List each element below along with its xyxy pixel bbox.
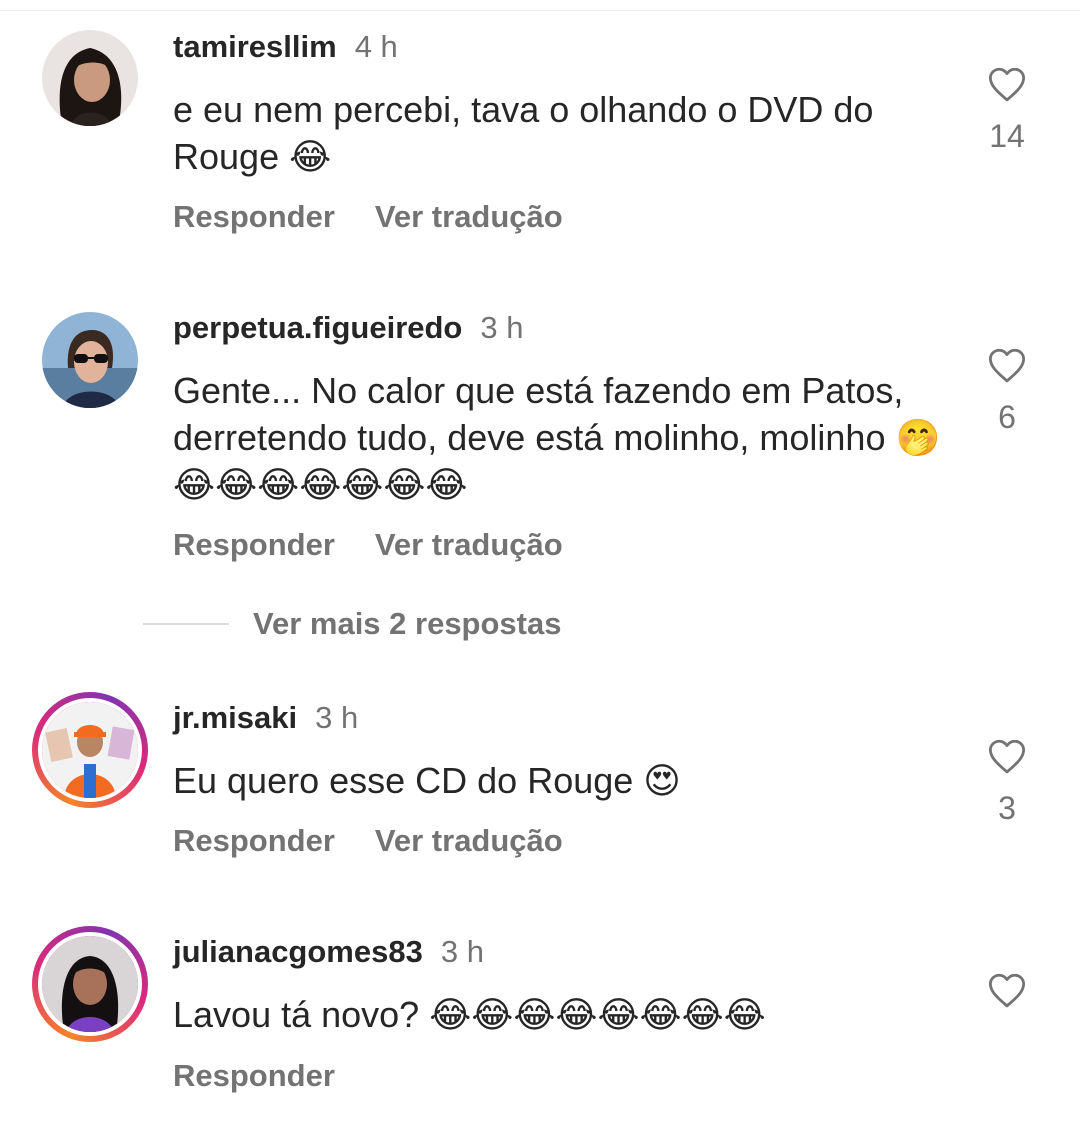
reply-button[interactable]: Responder bbox=[173, 527, 335, 562]
reply-button[interactable]: Responder bbox=[173, 1058, 335, 1093]
avatar-story-ring[interactable] bbox=[32, 926, 148, 1042]
view-more-replies[interactable]: Ver mais 2 respostas bbox=[143, 604, 561, 644]
comment-text: Gente... No calor que está fazendo em Pa… bbox=[173, 370, 941, 505]
avatar[interactable] bbox=[42, 30, 138, 126]
see-translation-button[interactable]: Ver tradução bbox=[375, 527, 563, 562]
username[interactable]: julianacgomes83 bbox=[173, 934, 423, 969]
avatar[interactable] bbox=[42, 312, 138, 408]
avatar-story-ring[interactable] bbox=[32, 692, 148, 808]
comment-header: perpetua.figueiredo 3 h bbox=[173, 308, 523, 348]
heart-icon[interactable] bbox=[986, 736, 1028, 778]
see-translation-button[interactable]: Ver tradução bbox=[375, 199, 563, 234]
comment-header: jr.misaki 3 h bbox=[173, 698, 358, 738]
comment-actions: Responder Ver tradução bbox=[173, 821, 563, 861]
avatar bbox=[38, 698, 142, 802]
top-divider bbox=[0, 10, 1080, 11]
reply-button[interactable]: Responder bbox=[173, 199, 335, 234]
comment-text: e eu nem percebi, tava o olhando o DVD d… bbox=[173, 89, 874, 177]
avatar bbox=[38, 932, 142, 1036]
like-control bbox=[970, 970, 1044, 1012]
comment-header: tamiresllim 4 h bbox=[173, 27, 398, 67]
like-control: 3 bbox=[970, 736, 1044, 828]
comment-actions: Responder Ver tradução bbox=[173, 525, 563, 565]
username[interactable]: tamiresllim bbox=[173, 29, 337, 64]
comment-text: Eu quero esse CD do Rouge 😍 bbox=[173, 760, 681, 801]
see-translation-button[interactable]: Ver tradução bbox=[375, 823, 563, 858]
like-control: 6 bbox=[970, 345, 1044, 437]
replies-divider bbox=[143, 623, 229, 625]
heart-icon[interactable] bbox=[986, 64, 1028, 106]
username[interactable]: jr.misaki bbox=[173, 700, 297, 735]
timestamp: 4 h bbox=[354, 29, 398, 64]
heart-icon[interactable] bbox=[986, 970, 1028, 1012]
username[interactable]: perpetua.figueiredo bbox=[173, 310, 462, 345]
reply-button[interactable]: Responder bbox=[173, 823, 335, 858]
woman-sunglasses-avatar-icon bbox=[42, 312, 138, 408]
like-count: 3 bbox=[998, 790, 1016, 826]
like-count: 14 bbox=[989, 118, 1025, 154]
woman-purple-top-avatar-icon bbox=[42, 936, 138, 1032]
timestamp: 3 h bbox=[315, 700, 359, 735]
view-more-replies-label[interactable]: Ver mais 2 respostas bbox=[253, 606, 561, 642]
like-control: 14 bbox=[970, 64, 1044, 156]
comment-header: julianacgomes83 3 h bbox=[173, 932, 484, 972]
comment-actions: Responder bbox=[173, 1056, 335, 1096]
timestamp: 3 h bbox=[480, 310, 524, 345]
woman-dark-hair-avatar-icon bbox=[42, 30, 138, 126]
man-orange-cap-avatar-icon bbox=[42, 702, 138, 798]
timestamp: 3 h bbox=[440, 934, 484, 969]
comment-text: Lavou tá novo? 😂😂😂😂😂😂😂😂 bbox=[173, 994, 766, 1035]
heart-icon[interactable] bbox=[986, 345, 1028, 387]
comment-actions: Responder Ver tradução bbox=[173, 197, 563, 237]
like-count: 6 bbox=[998, 399, 1016, 435]
